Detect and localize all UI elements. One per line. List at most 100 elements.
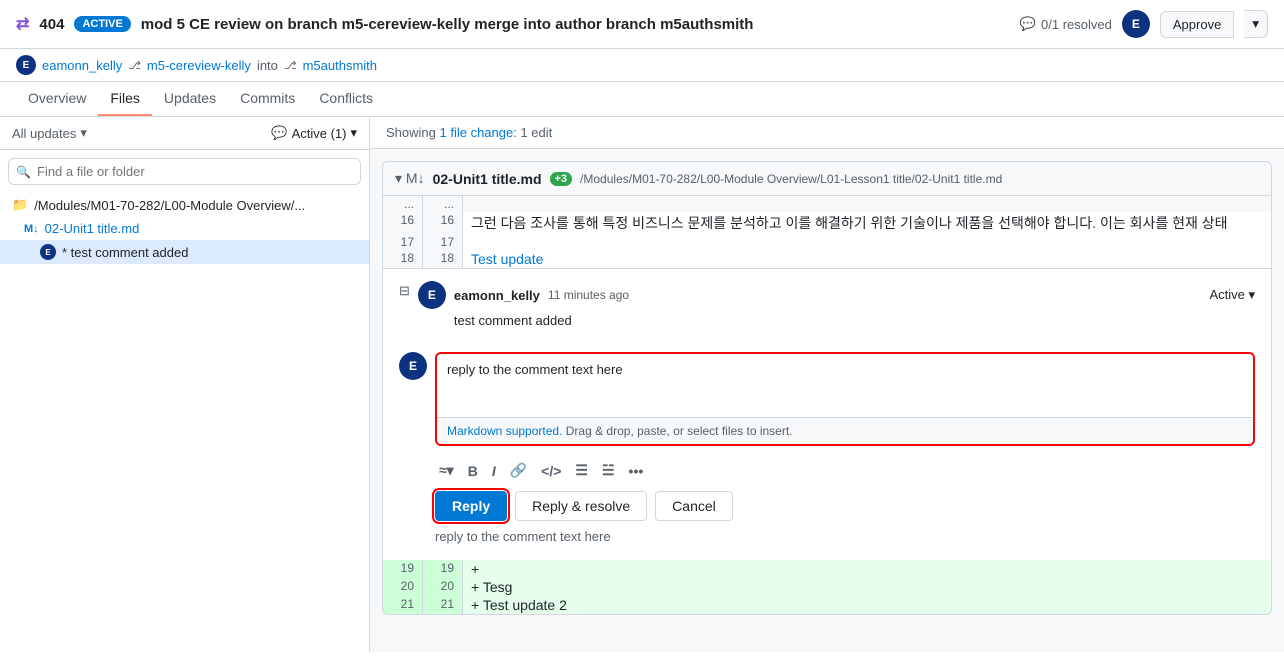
line-content-18: Test update xyxy=(463,250,1271,268)
format-bullets-button[interactable]: ☱ xyxy=(598,460,619,481)
line-num-20-left: 20 xyxy=(383,578,423,596)
comment-icon: 💬 xyxy=(1020,16,1036,32)
diff-line-17: 17 17 xyxy=(383,234,1271,250)
diff-line-20: 20 20 + Tesg xyxy=(383,578,1271,596)
reply-avatar: E xyxy=(399,352,427,380)
branch-icon-left: ⎇ xyxy=(128,59,141,72)
pr-title: mod 5 CE review on branch m5-cereview-ke… xyxy=(141,16,1010,33)
sidebar-comment-avatar: E xyxy=(40,244,56,260)
sidebar-file-item[interactable]: M↓ 02-Unit1 title.md xyxy=(0,217,369,240)
line-num-20-right: 20 xyxy=(423,578,463,596)
diff-line-18: 18 18 Test update xyxy=(383,250,1271,268)
diff-line-21: 21 21 + Test update 2 xyxy=(383,596,1271,614)
folder-path: /Modules/M01-70-282/L00-Module Overview/… xyxy=(34,198,305,213)
tab-commits[interactable]: Commits xyxy=(228,82,307,116)
pr-icon: ⇄ xyxy=(16,14,29,34)
branch-to-link[interactable]: m5authsmith xyxy=(303,58,377,73)
showing-text: Showing xyxy=(386,125,436,140)
search-box: 🔍 xyxy=(8,158,361,185)
toolbar-row: ≈▾ B I 🔗 </> ☰ ☱ ••• Reply Reply & resol… xyxy=(435,454,1255,525)
line-num-left-16: 16 xyxy=(383,212,423,234)
active-chevron-icon: ▾ xyxy=(350,125,357,141)
sidebar-toolbar: All updates ▾ 💬 Active (1) ▾ xyxy=(0,117,369,150)
resolved-text: 0/1 resolved xyxy=(1041,17,1112,32)
reply-area: E reply to the comment text here Markdow… xyxy=(399,352,1255,454)
line-content-20: + Tesg xyxy=(463,578,1271,596)
line-num-19-left: 19 xyxy=(383,560,423,578)
reply-resolve-button[interactable]: Reply & resolve xyxy=(515,491,647,521)
top-header: ⇄ 404 ACTIVE mod 5 CE review on branch m… xyxy=(0,0,1284,49)
added-diff-lines: 19 19 + 20 20 + Tesg 21 21 + Test update… xyxy=(383,560,1271,614)
search-icon: 🔍 xyxy=(16,165,31,179)
sidebar: All updates ▾ 💬 Active (1) ▾ 🔍 📁 /Module… xyxy=(0,117,370,652)
line-num-right-17: 17 xyxy=(423,234,463,250)
sidebar-folder-item[interactable]: 📁 /Modules/M01-70-282/L00-Module Overvie… xyxy=(0,193,369,217)
resolved-indicator: 💬 0/1 resolved xyxy=(1020,16,1112,32)
comment-collapse-row: ⊟ E eamonn_kelly 11 minutes ago Active ▾… xyxy=(399,281,1255,340)
comment-status[interactable]: Active ▾ xyxy=(1209,287,1255,303)
sidebar-active-filter[interactable]: 💬 Active (1) ▾ xyxy=(271,125,357,141)
diff-area: ... ... 16 16 그런 다음 조사를 통해 특정 비즈니스 문제를 분… xyxy=(383,196,1271,268)
line-content-21: + Test update 2 xyxy=(463,596,1271,614)
filter-label: All updates xyxy=(12,126,76,141)
sidebar-filter[interactable]: All updates ▾ xyxy=(12,125,87,141)
active-badge: ACTIVE xyxy=(74,16,130,32)
line-content-19: + xyxy=(463,560,1271,578)
content-header: Showing 1 file change: 1 edit xyxy=(370,117,1284,149)
filter-chevron-icon: ▾ xyxy=(80,125,87,141)
status-chevron-icon: ▾ xyxy=(1248,287,1255,302)
tab-files[interactable]: Files xyxy=(98,82,152,116)
line-num-19-right: 19 xyxy=(423,560,463,578)
line-num-right-hunk: ... xyxy=(423,196,463,212)
header-avatar: E xyxy=(1122,10,1150,38)
format-code-button[interactable]: </> xyxy=(537,461,565,481)
added-badge: +3 xyxy=(550,172,573,186)
comment-header: E eamonn_kelly 11 minutes ago Active ▾ xyxy=(418,281,1255,309)
sub-avatar: E xyxy=(16,55,36,75)
comment-thread: ⊟ E eamonn_kelly 11 minutes ago Active ▾… xyxy=(383,268,1271,560)
file-name-sidebar: 02-Unit1 title.md xyxy=(45,221,140,236)
file-path: /Modules/M01-70-282/L00-Module Overview/… xyxy=(580,172,1002,186)
format-style-button[interactable]: ≈▾ xyxy=(435,460,458,481)
approve-dropdown-button[interactable]: ▾ xyxy=(1244,10,1268,38)
search-input[interactable] xyxy=(8,158,361,185)
format-italic-button[interactable]: I xyxy=(488,461,500,481)
format-list-button[interactable]: ☰ xyxy=(571,460,592,481)
sidebar-comment-item[interactable]: E * test comment added xyxy=(0,240,369,264)
tab-updates[interactable]: Updates xyxy=(152,82,228,116)
modified-icon: M↓ xyxy=(24,223,39,235)
line-content-17 xyxy=(463,234,1271,250)
reply-button[interactable]: Reply xyxy=(435,491,507,521)
format-bold-button[interactable]: B xyxy=(464,461,482,481)
cancel-button[interactable]: Cancel xyxy=(655,491,733,521)
comment-username: eamonn_kelly xyxy=(454,288,540,303)
drag-text: Drag & drop, paste, or select files to i… xyxy=(566,424,793,438)
tab-overview[interactable]: Overview xyxy=(16,82,98,116)
line-num-left-hunk: ... xyxy=(383,196,423,212)
format-link-button[interactable]: 🔗 xyxy=(506,460,531,481)
collapse-icon[interactable]: ▾ M↓ xyxy=(395,170,425,187)
reply-textarea[interactable]: reply to the comment text here xyxy=(437,354,1253,414)
comment-collapse-icon[interactable]: ⊟ xyxy=(399,283,410,299)
format-more-button[interactable]: ••• xyxy=(625,461,648,481)
line-num-21-left: 21 xyxy=(383,596,423,614)
nav-tabs: Overview Files Updates Commits Conflicts xyxy=(0,82,1284,117)
tab-conflicts[interactable]: Conflicts xyxy=(307,82,385,116)
branch-from-link[interactable]: m5-cereview-kelly xyxy=(147,58,251,73)
active-label: Active (1) xyxy=(292,126,347,141)
file-change-count[interactable]: 1 file change: xyxy=(440,125,517,140)
into-text: into xyxy=(257,58,278,73)
line-content-hunk xyxy=(463,196,1271,212)
approve-button[interactable]: Approve xyxy=(1160,11,1234,38)
line-num-right-18: 18 xyxy=(423,250,463,268)
line-num-left-18: 18 xyxy=(383,250,423,268)
branch-icon-right: ⎇ xyxy=(284,59,297,72)
pr-number: 404 xyxy=(39,16,64,33)
format-toolbar: ≈▾ B I 🔗 </> ☰ ☱ ••• xyxy=(435,454,1255,487)
sidebar-comment-text: * test comment added xyxy=(62,245,188,260)
preview-text: reply to the comment text here xyxy=(435,525,1255,548)
file-block: ▾ M↓ 02-Unit1 title.md +3 /Modules/M01-7… xyxy=(382,161,1272,615)
diff-line-hunk: ... ... xyxy=(383,196,1271,212)
reply-footer: Markdown supported. Drag & drop, paste, … xyxy=(437,417,1253,444)
author-link[interactable]: eamonn_kelly xyxy=(42,58,122,73)
